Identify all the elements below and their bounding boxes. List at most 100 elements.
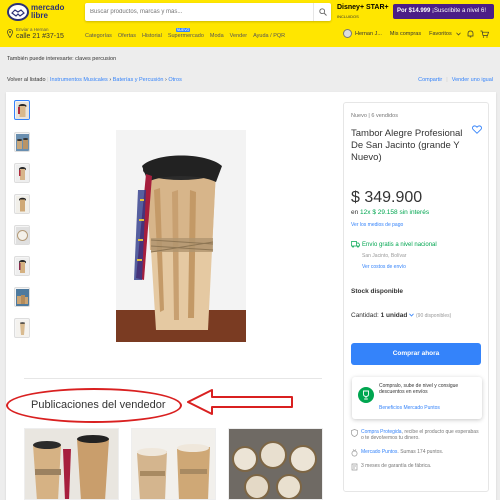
subscribe-level-button[interactable]: Por $14.999 ¡Suscribite a nivel 6! bbox=[393, 4, 494, 19]
logo-text: mercado libre bbox=[31, 4, 67, 20]
chevron-down-icon bbox=[409, 313, 414, 317]
quantity-available: (90 disponibles) bbox=[416, 313, 452, 319]
related-searches[interactable]: También puede interesarte: claves percus… bbox=[7, 56, 116, 62]
product-title: Tambor Alegre Profesional De San Jacinto… bbox=[351, 128, 463, 163]
thumbnail-8[interactable] bbox=[14, 318, 30, 338]
disney-promo[interactable]: Disney+ STAR+ INCLUIDOS bbox=[337, 3, 391, 21]
location-label: Enviar a Hernan bbox=[16, 27, 49, 32]
handshake-icon bbox=[7, 3, 29, 21]
breadcrumb-others[interactable]: Otros bbox=[168, 77, 181, 83]
search-icon bbox=[319, 8, 327, 16]
annotation-ellipse bbox=[6, 388, 182, 423]
thumbnail-image bbox=[16, 102, 29, 119]
breadcrumb-drums-percussion[interactable]: Baterías y Percusión bbox=[113, 77, 164, 83]
condition-sold: Nuevo | 6 vendidos bbox=[351, 113, 398, 119]
location-pin-icon bbox=[7, 29, 13, 38]
free-shipping: Envío gratis a nivel nacional bbox=[362, 242, 437, 248]
truck-icon bbox=[351, 241, 360, 248]
publication-image-3[interactable] bbox=[228, 428, 323, 500]
nav-supermarket-label: Supermercado bbox=[167, 33, 204, 39]
thumbnail-2[interactable] bbox=[14, 132, 30, 152]
nav-supermarket[interactable]: NUEVO Supermercado bbox=[167, 28, 204, 39]
publication-photo bbox=[229, 429, 322, 499]
breadcrumb: Volver al listado | Instrumentos Musical… bbox=[7, 77, 493, 83]
buy-box: Nuevo | 6 vendidos Tambor Alegre Profesi… bbox=[343, 102, 489, 492]
cart-icon[interactable] bbox=[480, 30, 489, 38]
back-to-list-link[interactable]: Volver al listado bbox=[7, 77, 46, 83]
nav-help[interactable]: Ayuda / PQR bbox=[253, 33, 285, 39]
installments: en 12x $ 29.158 sin interés bbox=[351, 209, 429, 216]
thumbnail-image bbox=[16, 289, 29, 306]
promo-sub: INCLUIDOS bbox=[337, 14, 359, 19]
level-promo-card[interactable]: Compralo, sube de nivel y consigue descu… bbox=[352, 377, 482, 419]
product-card: Publicaciones del vendedor Nuevo | 6 ven… bbox=[6, 92, 496, 500]
location-value: calle 21 #37-15 bbox=[16, 33, 64, 40]
logo-line2: libre bbox=[31, 11, 48, 20]
shipping-costs-link[interactable]: Ver costos de envío bbox=[362, 264, 406, 270]
avatar[interactable] bbox=[343, 29, 352, 38]
sell-same-link[interactable]: Vender uno igual bbox=[452, 77, 493, 83]
stock-status: Stock disponible bbox=[351, 288, 404, 295]
publication-photo bbox=[25, 429, 118, 499]
bell-icon[interactable] bbox=[467, 30, 474, 38]
thumbnail-image bbox=[16, 320, 29, 337]
thumbnail-3[interactable] bbox=[14, 163, 30, 183]
user-name[interactable]: Hernan J... bbox=[355, 31, 382, 37]
breadcrumb-actions: Compartir | Vender uno igual bbox=[418, 77, 493, 83]
thumbnail-image bbox=[16, 165, 29, 182]
publication-image-2[interactable] bbox=[131, 428, 216, 500]
delivery-location[interactable]: Enviar a Hernan calle 21 #37-15 bbox=[7, 27, 77, 43]
buy-now-button[interactable]: Comprar ahora bbox=[351, 343, 481, 365]
installments-prefix: en bbox=[351, 209, 359, 216]
points-link[interactable]: Mercado Puntos bbox=[361, 449, 397, 455]
nav-fashion[interactable]: Moda bbox=[210, 33, 224, 39]
warranty-text: 3 meses de garantía de fábrica. bbox=[361, 463, 432, 469]
shield-icon bbox=[351, 429, 358, 437]
favorites-link[interactable]: Favoritos bbox=[429, 31, 452, 37]
nav-sell[interactable]: Vender bbox=[230, 33, 247, 39]
nav-history[interactable]: Historial bbox=[142, 33, 162, 39]
heart-icon[interactable] bbox=[472, 125, 482, 134]
new-badge: NUEVO bbox=[175, 28, 191, 32]
shipping-from: San Jacinto, Bolívar bbox=[362, 253, 407, 259]
search-input[interactable] bbox=[85, 3, 310, 21]
trophy-icon bbox=[358, 387, 374, 403]
thumbnail-image bbox=[16, 227, 29, 244]
promo-cta: ¡Suscribite a nivel 6! bbox=[432, 8, 487, 14]
medal-icon bbox=[351, 449, 358, 457]
user-menu: Hernan J... Mis compras Favoritos bbox=[343, 29, 495, 38]
thumbnail-5[interactable] bbox=[14, 225, 30, 245]
drum-photo bbox=[116, 130, 246, 342]
main-product-image[interactable] bbox=[116, 130, 246, 342]
chevron-down-icon[interactable] bbox=[455, 32, 461, 36]
warranty-icon bbox=[351, 463, 358, 471]
annotation-arrow-icon bbox=[187, 389, 293, 415]
thumbnail-7[interactable] bbox=[14, 287, 30, 307]
share-link[interactable]: Compartir bbox=[418, 77, 442, 83]
installments-value: 12x $ 29.158 sin interés bbox=[360, 209, 430, 216]
thumbnail-1[interactable] bbox=[14, 100, 30, 120]
quantity-selector[interactable]: Cantidad: 1 unidad (90 disponibles) bbox=[351, 312, 451, 319]
publication-photo bbox=[132, 429, 215, 499]
quantity-label: Cantidad: bbox=[351, 312, 379, 319]
thumbnail-image bbox=[16, 258, 29, 275]
nav-categories[interactable]: Categorías bbox=[85, 33, 112, 39]
thumbnail-image bbox=[16, 134, 29, 151]
search-bar bbox=[85, 3, 331, 21]
promo-brand: Disney+ STAR+ bbox=[337, 4, 389, 11]
header: mercado libre Disney+ STAR+ INCLUIDOS Po… bbox=[0, 0, 500, 47]
search-button[interactable] bbox=[313, 3, 331, 21]
breadcrumb-musical-instruments[interactable]: Instrumentos Musicales bbox=[50, 77, 108, 83]
nav-offers[interactable]: Ofertas bbox=[118, 33, 136, 39]
payment-methods-link[interactable]: Ver los medios de pago bbox=[351, 222, 403, 228]
my-purchases-link[interactable]: Mis compras bbox=[390, 31, 421, 37]
thumbnail-image bbox=[16, 196, 29, 213]
promo-price: Por $14.999 bbox=[397, 8, 431, 14]
publication-image-1[interactable] bbox=[24, 428, 119, 500]
thumbnail-6[interactable] bbox=[14, 256, 30, 276]
level-promo-text: Compralo, sube de nivel y consigue descu… bbox=[379, 383, 459, 395]
divider bbox=[24, 378, 322, 379]
level-promo-link[interactable]: Beneficios Mercado Puntos bbox=[379, 405, 440, 411]
thumbnail-4[interactable] bbox=[14, 194, 30, 214]
mercadolibre-logo[interactable]: mercado libre bbox=[7, 3, 64, 25]
